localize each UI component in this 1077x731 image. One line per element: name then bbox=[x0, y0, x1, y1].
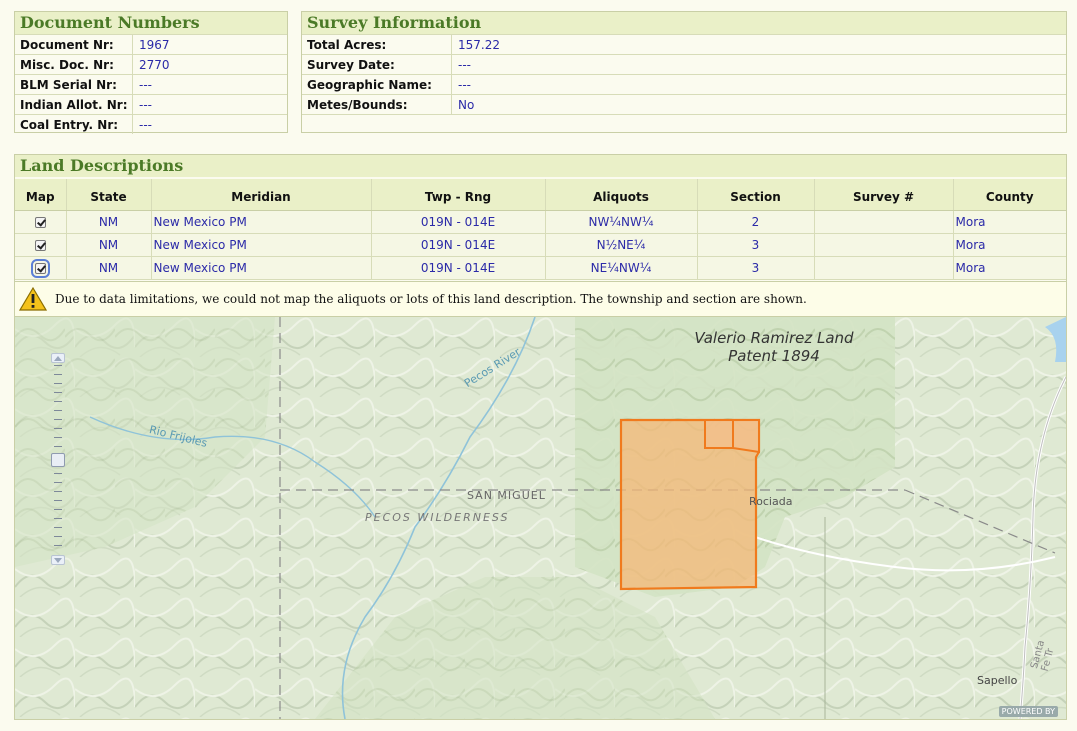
doc-label: Coal Entry. Nr: bbox=[15, 115, 133, 134]
land-descriptions-title: Land Descriptions bbox=[15, 155, 1066, 177]
section-cell: 2 bbox=[697, 210, 815, 234]
col-header-aliquots: Aliquots bbox=[545, 179, 698, 211]
twp-rng-cell: 019N - 014E bbox=[371, 256, 546, 280]
survey-row: Geographic Name: --- bbox=[302, 74, 1066, 94]
survey-cell bbox=[814, 210, 954, 234]
col-header-county: County bbox=[953, 179, 1066, 211]
state-cell: NM bbox=[66, 210, 152, 234]
document-numbers-panel: Document Numbers Document Nr: 1967 Misc. … bbox=[14, 11, 288, 134]
data-limitation-warning: Due to data limitations, we could not ma… bbox=[15, 281, 1066, 317]
col-header-twp-rng: Twp - Rng bbox=[371, 179, 546, 211]
warning-message: Due to data limitations, we could not ma… bbox=[55, 292, 807, 306]
zoom-handle[interactable] bbox=[51, 453, 65, 467]
state-cell: NM bbox=[66, 233, 152, 257]
county-cell: Mora bbox=[953, 210, 1066, 234]
map-cell bbox=[15, 210, 67, 234]
col-header-map: Map bbox=[15, 179, 67, 211]
map-checkbox[interactable] bbox=[30, 258, 50, 278]
map-checkbox[interactable] bbox=[34, 239, 46, 251]
map-cell bbox=[15, 233, 67, 257]
county-cell: Mora bbox=[953, 256, 1066, 280]
doc-value: --- bbox=[139, 97, 152, 112]
doc-row: BLM Serial Nr: --- bbox=[15, 74, 287, 94]
triangle-down-icon bbox=[54, 558, 62, 563]
survey-row: Survey Date: --- bbox=[302, 54, 1066, 74]
patent-label-line1: Valerio Ramirez Land bbox=[694, 329, 854, 347]
patent-label: Valerio Ramirez Land Patent 1894 bbox=[689, 329, 859, 365]
warning-icon bbox=[19, 286, 47, 311]
survey-value: 157.22 bbox=[458, 37, 500, 52]
table-row: NM New Mexico PM 019N - 014E NW¼NW¼ 2 Mo… bbox=[15, 210, 1066, 234]
survey-label: Survey Date: bbox=[302, 55, 452, 74]
section-cell: 3 bbox=[697, 256, 815, 280]
map-terrain bbox=[15, 317, 1066, 719]
triangle-up-icon bbox=[54, 356, 62, 361]
doc-label: Document Nr: bbox=[15, 35, 133, 54]
meridian-cell: New Mexico PM bbox=[151, 256, 372, 280]
san-miguel-label: SAN MIGUEL bbox=[467, 489, 546, 502]
doc-row: Indian Allot. Nr: --- bbox=[15, 94, 287, 114]
survey-row: Metes/Bounds: No bbox=[302, 94, 1066, 114]
state-cell: NM bbox=[66, 256, 152, 280]
aliquots-cell: NE¼NW¼ bbox=[545, 256, 698, 280]
doc-value: --- bbox=[139, 77, 152, 92]
meridian-cell: New Mexico PM bbox=[151, 233, 372, 257]
table-row: NM New Mexico PM 019N - 014E N½NE¼ 3 Mor… bbox=[15, 233, 1066, 257]
survey-label: Geographic Name: bbox=[302, 75, 452, 94]
survey-row: Total Acres: 157.22 bbox=[302, 34, 1066, 54]
survey-label: Metes/Bounds: bbox=[302, 95, 452, 114]
survey-value: No bbox=[458, 97, 475, 112]
document-numbers-title: Document Numbers bbox=[15, 12, 287, 34]
zoom-slider[interactable] bbox=[51, 353, 65, 565]
survey-value: --- bbox=[458, 57, 471, 72]
aliquots-cell: N½NE¼ bbox=[545, 233, 698, 257]
col-header-section: Section bbox=[697, 179, 815, 211]
land-descriptions-panel: Land Descriptions Map State Meridian Twp… bbox=[14, 154, 1067, 720]
doc-label: Misc. Doc. Nr: bbox=[15, 55, 133, 74]
aliquots-cell: NW¼NW¼ bbox=[545, 210, 698, 234]
doc-label: BLM Serial Nr: bbox=[15, 75, 133, 94]
col-header-state: State bbox=[66, 179, 152, 211]
sapello-label: Sapello bbox=[977, 674, 1018, 687]
doc-row: Coal Entry. Nr: --- bbox=[15, 114, 287, 134]
doc-row: Misc. Doc. Nr: 2770 bbox=[15, 54, 287, 74]
zoom-out-button[interactable] bbox=[51, 555, 65, 565]
survey-cell bbox=[814, 256, 954, 280]
survey-information-title: Survey Information bbox=[302, 12, 1066, 34]
survey-value: --- bbox=[458, 77, 471, 92]
twp-rng-cell: 019N - 014E bbox=[371, 233, 546, 257]
map-cell bbox=[15, 256, 67, 280]
doc-row: Document Nr: 1967 bbox=[15, 34, 287, 54]
doc-label: Indian Allot. Nr: bbox=[15, 95, 133, 114]
land-descriptions-table: Map State Meridian Twp - Rng Aliquots Se… bbox=[15, 179, 1066, 280]
table-row: NM New Mexico PM 019N - 014E NE¼NW¼ 3 Mo… bbox=[15, 256, 1066, 280]
table-header-row: Map State Meridian Twp - Rng Aliquots Se… bbox=[15, 179, 1066, 211]
patent-label-line2: Patent 1894 bbox=[728, 347, 820, 365]
zoom-in-button[interactable] bbox=[51, 353, 65, 363]
map-attribution[interactable]: POWERED BY bbox=[998, 706, 1058, 717]
twp-rng-cell: 019N - 014E bbox=[371, 210, 546, 234]
parcel-map[interactable]: Valerio Ramirez Land Patent 1894 Pecos R… bbox=[15, 317, 1066, 719]
meridian-cell: New Mexico PM bbox=[151, 210, 372, 234]
pecos-wilderness-label: PECOS WILDERNESS bbox=[365, 511, 510, 524]
section-cell: 3 bbox=[697, 233, 815, 257]
doc-value: 2770 bbox=[139, 57, 170, 72]
survey-information-panel: Survey Information Total Acres: 157.22 Su… bbox=[301, 11, 1067, 133]
county-cell: Mora bbox=[953, 233, 1066, 257]
col-header-survey: Survey # bbox=[814, 179, 954, 211]
survey-row-empty bbox=[302, 114, 1066, 135]
survey-cell bbox=[814, 233, 954, 257]
map-checkbox[interactable] bbox=[34, 216, 46, 228]
survey-label: Total Acres: bbox=[302, 35, 452, 54]
rociada-label: Rociada bbox=[749, 495, 793, 508]
doc-value: 1967 bbox=[139, 37, 170, 52]
doc-value: --- bbox=[139, 117, 152, 132]
col-header-meridian: Meridian bbox=[151, 179, 372, 211]
